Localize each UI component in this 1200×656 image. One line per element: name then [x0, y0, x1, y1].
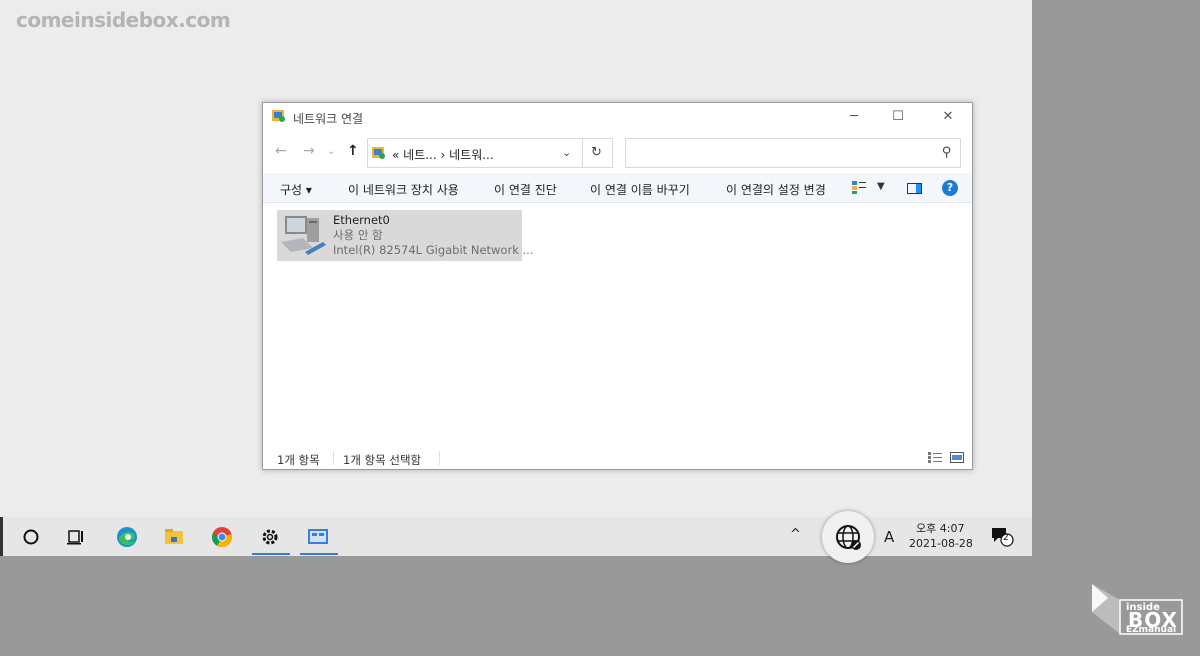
network-adapter-icon	[281, 216, 326, 255]
window-title: 네트워크 연결	[293, 112, 364, 126]
rename-button[interactable]: 이 연결 이름 바꾸기	[590, 181, 690, 198]
task-view-icon[interactable]	[64, 525, 88, 549]
change-settings-button[interactable]: 이 연결의 설정 변경	[726, 181, 826, 198]
connection-status: 사용 안 함	[333, 228, 383, 242]
search-circle-icon[interactable]	[19, 525, 43, 549]
clock-time[interactable]: 오후 4:07	[916, 520, 964, 536]
recent-locations-icon[interactable]: ⌄	[327, 146, 335, 157]
address-bar[interactable]: « 네트... › 네트워... ⌄	[367, 138, 583, 168]
close-button[interactable]: ✕	[926, 103, 970, 131]
desktop: comeinsidebox.com 네트워크 연결 ─ ☐ ✕ ← → ⌄ ↑	[0, 0, 1032, 517]
help-icon[interactable]: ?	[942, 180, 958, 196]
navigation-bar: ← → ⌄ ↑ « 네트... › 네트워... ⌄ ↻ ⚲	[263, 137, 972, 168]
title-bar[interactable]: 네트워크 연결 ─ ☐ ✕	[263, 103, 972, 131]
address-dropdown-icon[interactable]: ⌄	[562, 146, 571, 159]
active-indicator	[252, 553, 290, 555]
preview-pane-icon[interactable]	[907, 183, 922, 194]
network-status-icon[interactable]	[822, 511, 874, 563]
address-path[interactable]: « 네트... › 네트워...	[392, 146, 494, 163]
status-divider	[333, 451, 334, 465]
command-bar: 구성 ▾ 이 네트워크 장치 사용 이 연결 진단 이 연결 이름 바꾸기 이 …	[263, 173, 972, 203]
organize-button[interactable]: 구성 ▾	[280, 181, 312, 198]
item-count: 1개 항목	[277, 453, 320, 467]
active-indicator	[300, 553, 338, 555]
network-connections-window[interactable]: 네트워크 연결 ─ ☐ ✕ ← → ⌄ ↑ « 네트... › 네트워... ⌄…	[262, 102, 973, 470]
search-input[interactable]: ⚲	[625, 138, 961, 168]
details-view-icon[interactable]	[928, 452, 942, 463]
network-folder-icon	[372, 147, 385, 159]
refresh-button[interactable]: ↻	[581, 138, 613, 168]
list-item[interactable]: Ethernet0 사용 안 함 Intel(R) 82574L Gigabit…	[277, 210, 533, 261]
insidebox-logo: inside BOX EZmanual	[1090, 582, 1184, 636]
view-dropdown-icon[interactable]: ▼	[877, 181, 885, 192]
edge-icon[interactable]	[115, 525, 139, 549]
notification-count: 2	[1003, 533, 1009, 543]
enable-device-button[interactable]: 이 네트워크 장치 사용	[348, 181, 459, 198]
taskbar: ^ A 오후 4:07 2021-08-28 2	[0, 511, 1032, 563]
back-arrow-icon[interactable]: ←	[275, 143, 287, 159]
view-options-icon[interactable]	[852, 181, 866, 194]
diagnose-button[interactable]: 이 연결 진단	[494, 181, 557, 198]
search-icon[interactable]: ⚲	[942, 145, 952, 160]
globe-disconnected-icon	[836, 525, 861, 550]
action-center-icon[interactable]: 2	[990, 526, 1014, 548]
file-explorer-icon[interactable]	[162, 525, 186, 549]
chrome-icon[interactable]	[210, 525, 234, 549]
watermark-text: comeinsidebox.com	[16, 8, 231, 32]
forward-arrow-icon[interactable]: →	[303, 143, 315, 159]
logo-line3: EZmanual	[1126, 625, 1177, 635]
minimize-button[interactable]: ─	[832, 103, 876, 131]
start-button[interactable]	[0, 517, 3, 556]
status-bar: 1개 항목 1개 항목 선택함	[263, 447, 972, 469]
settings-gear-icon[interactable]	[258, 525, 282, 549]
clock-date[interactable]: 2021-08-28	[909, 537, 973, 550]
network-connections-taskbar-icon[interactable]	[306, 525, 330, 549]
show-hidden-icons-chevron-icon[interactable]: ^	[790, 527, 801, 542]
large-icons-view-icon[interactable]	[950, 452, 964, 463]
network-folder-icon	[272, 110, 285, 122]
status-divider	[439, 451, 440, 465]
file-list[interactable]: Ethernet0 사용 안 함 Intel(R) 82574L Gigabit…	[263, 204, 972, 447]
up-arrow-icon[interactable]: ↑	[347, 143, 359, 159]
maximize-button[interactable]: ☐	[876, 103, 920, 131]
input-method-indicator[interactable]: A	[884, 528, 894, 546]
selected-count: 1개 항목 선택함	[343, 453, 422, 467]
connection-device: Intel(R) 82574L Gigabit Network ...	[333, 243, 534, 257]
connection-name: Ethernet0	[333, 213, 390, 227]
